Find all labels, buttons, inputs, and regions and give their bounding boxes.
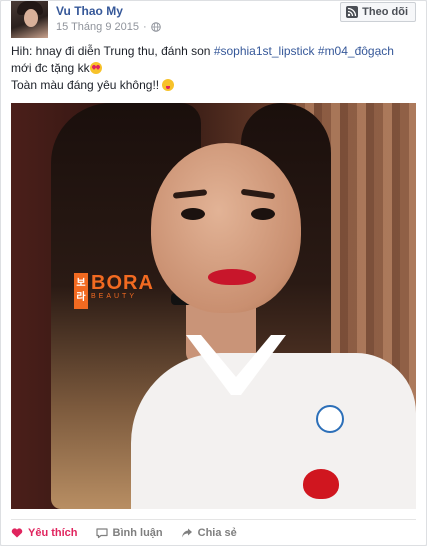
avatar[interactable] bbox=[11, 1, 48, 38]
rss-icon bbox=[346, 6, 359, 18]
watermark-logo-box: 보 라 bbox=[74, 273, 88, 309]
red-lips bbox=[208, 269, 256, 285]
post-text-line1: Hih: hnay đi diễn Trung thu, đánh son bbox=[11, 44, 214, 58]
face bbox=[151, 143, 301, 313]
like-button[interactable]: Yêu thích bbox=[11, 523, 78, 543]
post-header: Vu Thao My 15 Tháng 9 2015 · Theo dõi bbox=[11, 1, 416, 39]
share-label: Chia sẻ bbox=[197, 527, 237, 539]
pin-badge bbox=[316, 405, 344, 433]
globe-icon bbox=[150, 22, 161, 32]
share-icon bbox=[181, 528, 192, 538]
actions-divider bbox=[11, 519, 416, 520]
post-meta: 15 Tháng 9 2015 · bbox=[56, 21, 161, 33]
post-photo[interactable]: 보 라 BORA BEAUTY bbox=[11, 103, 416, 509]
follow-label: Theo dõi bbox=[362, 6, 408, 18]
watermark-subtext: BEAUTY bbox=[91, 293, 138, 300]
bora-beauty-watermark: 보 라 BORA BEAUTY bbox=[74, 273, 154, 309]
tongue-emoji-icon bbox=[162, 79, 175, 91]
post-card: Vu Thao My 15 Tháng 9 2015 · Theo dõi Hi… bbox=[0, 0, 427, 546]
heart-eyes-emoji-icon bbox=[89, 62, 102, 74]
comment-icon bbox=[95, 528, 108, 539]
hashtag-m04[interactable]: #m04_đôgạch bbox=[318, 44, 394, 58]
author-name[interactable]: Vu Thao My bbox=[56, 4, 123, 18]
share-button[interactable]: Chia sẻ bbox=[181, 523, 237, 543]
heart-icon bbox=[11, 528, 23, 538]
post-text-line3: Toàn màu đáng yêu không!! bbox=[11, 78, 163, 92]
post-text: Hih: hnay đi diễn Trung thu, đánh son #s… bbox=[11, 43, 415, 94]
hashtag-sophia[interactable]: #sophia1st_lipstick bbox=[214, 44, 315, 58]
white-shirt bbox=[131, 353, 416, 509]
watermark-text: BORA bbox=[91, 272, 154, 294]
comment-button[interactable]: Bình luận bbox=[95, 523, 163, 543]
lips-pin-badge bbox=[303, 469, 339, 499]
post-actions: Yêu thích Bình luận Chia sẻ bbox=[11, 523, 237, 543]
comment-label: Bình luận bbox=[112, 527, 163, 539]
post-date[interactable]: 15 Tháng 9 2015 bbox=[56, 21, 139, 33]
follow-button[interactable]: Theo dõi bbox=[340, 2, 416, 22]
post-text-line2: mới đc tặng kk bbox=[11, 61, 90, 75]
like-label: Yêu thích bbox=[28, 527, 78, 539]
